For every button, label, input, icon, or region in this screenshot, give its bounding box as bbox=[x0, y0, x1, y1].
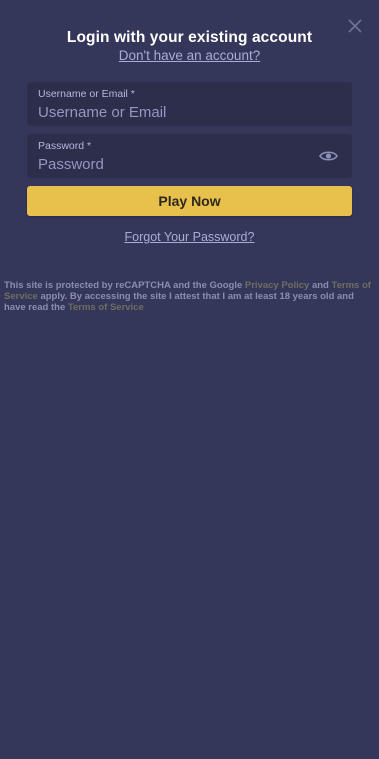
password-field[interactable]: Password * bbox=[27, 134, 352, 178]
username-label: Username or Email * bbox=[38, 88, 135, 100]
signup-link[interactable]: Don't have an account? bbox=[0, 48, 379, 63]
terms-of-service-link[interactable]: Terms of Service bbox=[68, 302, 144, 313]
legal-text: and bbox=[309, 280, 332, 291]
privacy-policy-link[interactable]: Privacy Policy bbox=[245, 280, 309, 291]
modal-title: Login with your existing account bbox=[66, 29, 313, 46]
legal-text: apply. By accessing the site I attest th… bbox=[4, 291, 354, 313]
eye-icon[interactable] bbox=[319, 149, 338, 163]
password-input[interactable] bbox=[38, 154, 308, 174]
legal-text: This site is protected by reCAPTCHA and … bbox=[4, 280, 245, 291]
username-input[interactable] bbox=[38, 102, 308, 122]
legal-notice: This site is protected by reCAPTCHA and … bbox=[4, 280, 374, 313]
forgot-password-link[interactable]: Forgot Your Password? bbox=[0, 230, 379, 244]
username-field[interactable]: Username or Email * bbox=[27, 82, 352, 126]
login-modal: Login with your existing account Don't h… bbox=[0, 0, 379, 759]
password-label: Password * bbox=[38, 140, 92, 152]
play-now-button[interactable]: Play Now bbox=[27, 186, 352, 216]
